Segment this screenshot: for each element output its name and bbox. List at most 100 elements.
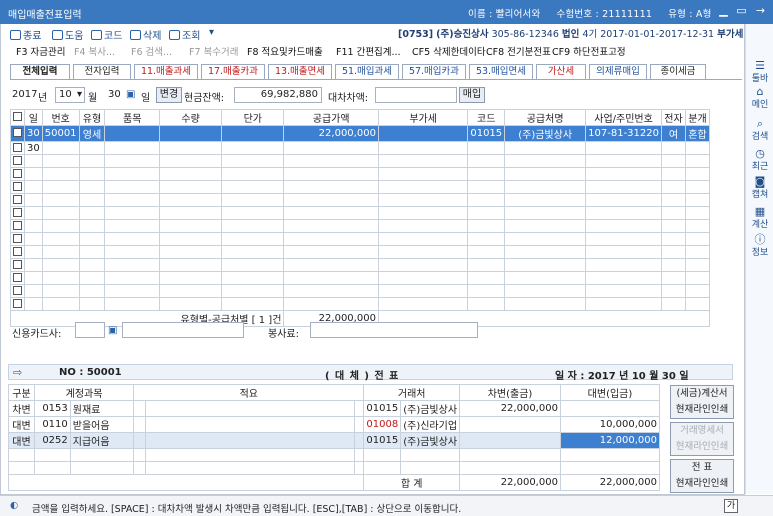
cell-type[interactable] bbox=[78, 284, 106, 298]
cell-code[interactable] bbox=[467, 284, 506, 298]
tab-sales-taxable[interactable]: 11.매출과세 bbox=[134, 64, 198, 80]
cell-code[interactable] bbox=[467, 219, 506, 233]
cell-vendor[interactable] bbox=[504, 271, 587, 285]
cell-supply[interactable] bbox=[283, 271, 379, 285]
cell-price[interactable] bbox=[221, 154, 285, 168]
table-row[interactable] bbox=[10, 297, 711, 311]
code-button[interactable]: 코드 bbox=[91, 27, 122, 42]
cell-price[interactable] bbox=[221, 180, 285, 194]
cell-acode[interactable]: 0110 bbox=[33, 416, 71, 433]
cell-no[interactable] bbox=[41, 180, 80, 194]
cell-vat[interactable] bbox=[377, 154, 469, 168]
cell-item[interactable] bbox=[104, 245, 160, 259]
table-row[interactable] bbox=[10, 206, 711, 220]
tab-purchase-taxable[interactable]: 51.매입과세 bbox=[335, 64, 399, 80]
cell-debit[interactable] bbox=[459, 432, 561, 449]
cell-vat[interactable] bbox=[377, 258, 469, 272]
cell-ccode[interactable] bbox=[363, 448, 402, 462]
cell-code[interactable] bbox=[467, 232, 506, 246]
cell-aname[interactable] bbox=[69, 461, 135, 475]
cell-credit[interactable] bbox=[559, 461, 661, 475]
cell-item[interactable] bbox=[104, 219, 160, 233]
card-code-field[interactable] bbox=[75, 322, 105, 338]
cell-price[interactable] bbox=[221, 232, 285, 246]
cell-day[interactable] bbox=[24, 284, 43, 298]
cell-check[interactable] bbox=[10, 125, 25, 142]
checkbox-icon[interactable] bbox=[13, 246, 22, 256]
cell-bizno[interactable] bbox=[585, 167, 662, 181]
cell-elec[interactable] bbox=[660, 180, 686, 194]
table-row[interactable] bbox=[8, 448, 661, 462]
table-row[interactable] bbox=[10, 180, 711, 194]
cell-day[interactable] bbox=[24, 167, 43, 181]
table-row[interactable]: 대변 0252 지급어음 01015 (주)금빛상사 12,000,000 bbox=[8, 432, 661, 449]
cell-acode[interactable] bbox=[33, 461, 71, 475]
cell-qty[interactable] bbox=[158, 125, 223, 142]
cell-item[interactable] bbox=[104, 258, 160, 272]
cell-supply[interactable] bbox=[283, 258, 379, 272]
checkbox-icon[interactable] bbox=[13, 298, 22, 308]
cell-aname[interactable]: 원재료 bbox=[69, 400, 135, 417]
cell-vat[interactable] bbox=[377, 284, 469, 298]
cell-price[interactable] bbox=[221, 245, 285, 259]
checkbox-icon[interactable] bbox=[13, 220, 22, 230]
cell-elec[interactable] bbox=[660, 245, 686, 259]
card-name-field[interactable] bbox=[122, 322, 244, 338]
cell-supply[interactable] bbox=[283, 141, 379, 155]
cell-supply[interactable] bbox=[283, 297, 379, 311]
cell-m1[interactable] bbox=[133, 461, 146, 475]
cell-aname[interactable]: 받을어음 bbox=[69, 416, 135, 433]
print-voucher-button[interactable]: 전 표 현재라인인쇄 bbox=[670, 459, 734, 493]
cell-div[interactable]: 대변 bbox=[8, 432, 35, 449]
cell-vat[interactable] bbox=[377, 271, 469, 285]
panel-main[interactable]: ⌂ 메인 bbox=[746, 86, 773, 110]
cell-elec[interactable] bbox=[660, 206, 686, 220]
cell-journal[interactable] bbox=[684, 219, 711, 233]
table-row[interactable] bbox=[10, 167, 711, 181]
tab-deemed[interactable]: 의제류매입 bbox=[589, 64, 647, 80]
cell-elec[interactable] bbox=[660, 219, 686, 233]
fkey-search[interactable]: F6 검색... bbox=[131, 44, 172, 58]
checkbox-icon[interactable] bbox=[13, 168, 22, 178]
month-select[interactable]: 10 ▾ bbox=[55, 87, 85, 103]
tab-paper[interactable]: 종이세금 bbox=[650, 64, 706, 80]
cell-journal[interactable]: 혼합 bbox=[684, 125, 711, 142]
cell-qty[interactable] bbox=[158, 193, 223, 207]
cell-check[interactable] bbox=[10, 141, 25, 155]
cell-elec[interactable] bbox=[660, 258, 686, 272]
cell-cname[interactable] bbox=[400, 461, 461, 475]
table-row[interactable] bbox=[10, 193, 711, 207]
cell-price[interactable] bbox=[221, 284, 285, 298]
cell-debit[interactable] bbox=[459, 461, 561, 475]
cell-elec[interactable]: 여 bbox=[660, 125, 686, 142]
cell-cname[interactable]: (주)신라기업 bbox=[400, 416, 461, 433]
more-menu-button[interactable]: ▾ bbox=[209, 27, 214, 38]
header-checkbox[interactable] bbox=[10, 109, 25, 126]
cell-memo[interactable] bbox=[144, 448, 355, 462]
table-row[interactable] bbox=[10, 219, 711, 233]
cell-aname[interactable] bbox=[69, 448, 135, 462]
cell-type[interactable] bbox=[78, 206, 106, 220]
cell-vat[interactable] bbox=[377, 167, 469, 181]
cell-item[interactable] bbox=[104, 167, 160, 181]
cell-div[interactable] bbox=[8, 461, 35, 475]
cell-no[interactable] bbox=[41, 297, 80, 311]
cell-vat[interactable] bbox=[377, 193, 469, 207]
cell-supply[interactable] bbox=[283, 154, 379, 168]
cell-bizno[interactable] bbox=[585, 284, 662, 298]
cell-elec[interactable] bbox=[660, 232, 686, 246]
cell-check[interactable] bbox=[10, 180, 25, 194]
fkey-fund[interactable]: F3 자금관리 bbox=[16, 44, 66, 58]
cell-vendor[interactable] bbox=[504, 180, 587, 194]
fkey-copy[interactable]: F4 복사... bbox=[74, 44, 115, 58]
print-statement-button[interactable]: 거래명세서 현재라인인쇄 bbox=[670, 422, 734, 456]
cell-journal[interactable] bbox=[684, 206, 711, 220]
cell-ccode[interactable] bbox=[363, 461, 402, 475]
cell-cname[interactable]: (주)금빛상사 bbox=[400, 400, 461, 417]
cell-no[interactable] bbox=[41, 193, 80, 207]
tab-purchase-exempt[interactable]: 53.매입면세 bbox=[469, 64, 533, 80]
cell-item[interactable] bbox=[104, 232, 160, 246]
cell-check[interactable] bbox=[10, 245, 25, 259]
cell-elec[interactable] bbox=[660, 271, 686, 285]
cell-day[interactable] bbox=[24, 232, 43, 246]
